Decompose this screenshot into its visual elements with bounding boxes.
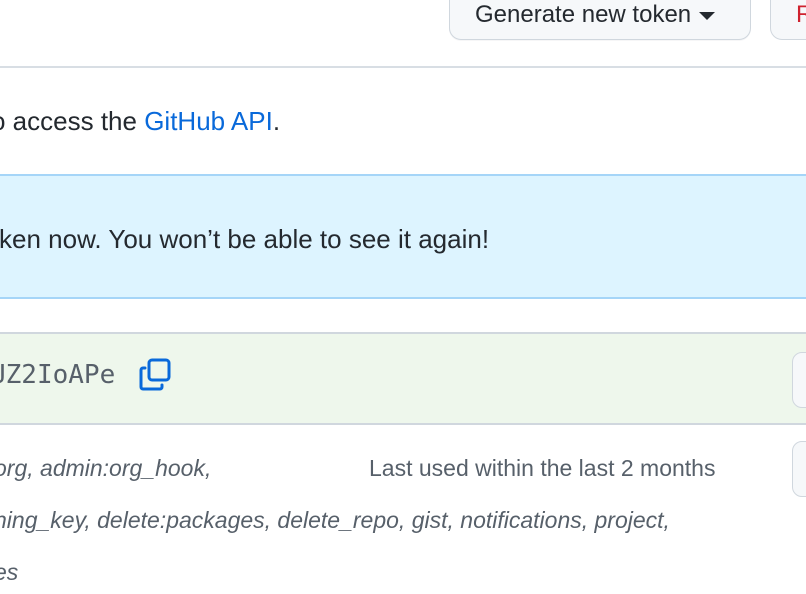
revoke-all-button[interactable]: R	[770, 0, 806, 40]
new-token-row	[0, 332, 806, 425]
delete-token-button[interactable]	[792, 352, 806, 408]
intro-text: o access the GitHub API.	[0, 104, 280, 138]
generate-new-token-label: Generate new token	[475, 1, 692, 28]
generate-new-token-button[interactable]: Generate new token	[449, 0, 751, 40]
revoke-all-label: R	[796, 1, 806, 28]
header-divider	[0, 66, 806, 68]
intro-suffix: .	[272, 106, 281, 136]
intro-prefix: o access the	[0, 106, 145, 136]
copy-icon[interactable]	[139, 357, 173, 391]
delete-token-button[interactable]	[792, 441, 806, 497]
last-used-text: Last used within the last 2 months	[369, 455, 716, 481]
token-scopes-line: ning_key, delete:packages, delete_repo, …	[0, 507, 670, 533]
token-scopes-line: org, admin:org_hook,	[0, 455, 212, 481]
token-scopes-line: es	[0, 559, 19, 585]
token-value: UZ2IoAPe	[0, 360, 116, 390]
github-api-link[interactable]: GitHub API	[144, 106, 273, 136]
token-settings-page: Generate new token R o access the GitHub…	[0, 0, 806, 594]
flash-message: ken now. You won’t be able to see it aga…	[0, 224, 490, 254]
caret-down-icon	[699, 12, 716, 20]
